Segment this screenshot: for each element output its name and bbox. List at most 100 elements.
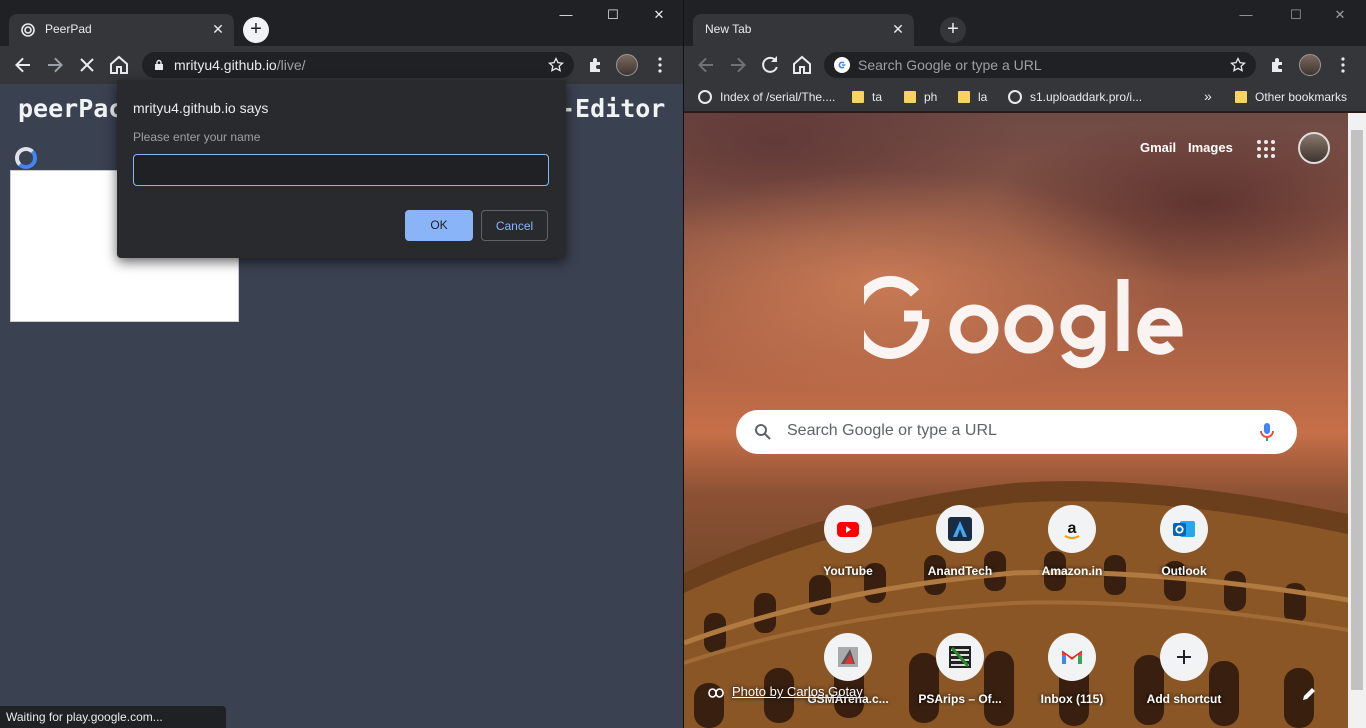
- url-host: mrityu4.github.io: [174, 57, 277, 73]
- outlook-icon: [1173, 521, 1195, 537]
- page-title-suffix: -Editor: [560, 94, 666, 123]
- tab-title: PeerPad: [45, 22, 92, 36]
- shortcut-label: Outlook: [1161, 564, 1207, 578]
- shortcut-icon-bg: [824, 505, 872, 553]
- globe-icon: [1008, 90, 1022, 104]
- close-window-button[interactable]: ✕: [1317, 4, 1363, 26]
- shortcut-icon-bg: [824, 633, 872, 681]
- folder-icon: [904, 91, 916, 103]
- scrollbar-thumb[interactable]: [1351, 130, 1363, 690]
- title-bar: PeerPad ✕ + — ☐ ✕: [0, 0, 683, 46]
- tab-close-icon[interactable]: ✕: [210, 21, 226, 37]
- name-input[interactable]: [133, 154, 549, 186]
- folder-icon: [1235, 91, 1247, 103]
- forward-icon[interactable]: [726, 53, 750, 77]
- profile-avatar[interactable]: [1299, 54, 1321, 76]
- shortcut-inbox[interactable]: Inbox (115): [1016, 633, 1128, 728]
- gsmarena-icon: [838, 647, 858, 667]
- browser-window-peerpad: PeerPad ✕ + — ☐ ✕ mrityu4.github.io/live…: [0, 0, 683, 728]
- youtube-icon: [837, 522, 859, 537]
- back-icon[interactable]: [694, 53, 718, 77]
- shortcut-icon-bg: [1160, 633, 1208, 681]
- dialog-message: Please enter your name: [133, 130, 261, 144]
- page-title: peerPac: [18, 94, 124, 123]
- reload-icon[interactable]: [758, 53, 782, 77]
- microphone-icon[interactable]: [1258, 422, 1276, 442]
- shortcut-icon-bg: [1160, 505, 1208, 553]
- omnibox[interactable]: Search Google or type a URL: [824, 52, 1256, 78]
- new-tab-page: Gmail Images Search Google or type a URL: [684, 113, 1366, 728]
- bookmarks-bar: Index of /serial/The.... ta ph la s1.upl…: [684, 84, 1366, 112]
- minimize-button[interactable]: —: [1223, 4, 1269, 26]
- add-shortcut-button[interactable]: Add shortcut: [1128, 633, 1240, 728]
- cancel-button[interactable]: Cancel: [481, 210, 548, 241]
- google-g-icon: [834, 57, 850, 73]
- google-apps-icon[interactable]: [1257, 140, 1275, 158]
- bookmark-folder[interactable]: ph: [904, 90, 937, 104]
- omnibox-placeholder: Search Google or type a URL: [858, 57, 1042, 73]
- profile-avatar[interactable]: [616, 54, 638, 76]
- customize-pencil-icon[interactable]: [1300, 685, 1318, 703]
- shortcut-label: Inbox (115): [1040, 692, 1104, 706]
- forward-icon[interactable]: [43, 53, 67, 77]
- tab-title: New Tab: [705, 22, 752, 36]
- shortcut-gsmarena[interactable]: GSMArena.c...: [792, 633, 904, 728]
- maximize-button[interactable]: ☐: [590, 4, 636, 26]
- shortcut-psarips[interactable]: PSArips – Of...: [904, 633, 1016, 728]
- shortcut-icon-bg: [1048, 633, 1096, 681]
- new-tab-button[interactable]: +: [243, 17, 269, 43]
- bookmarks-overflow-icon[interactable]: »: [1204, 88, 1212, 104]
- bookmark-item[interactable]: Index of /serial/The....: [698, 90, 835, 104]
- folder-icon: [852, 91, 864, 103]
- tab-close-icon[interactable]: ✕: [890, 21, 906, 37]
- shortcut-outlook[interactable]: Outlook: [1128, 505, 1240, 617]
- extensions-icon[interactable]: [587, 56, 605, 74]
- ok-button[interactable]: OK: [405, 210, 473, 241]
- shortcut-label: YouTube: [823, 564, 873, 578]
- other-bookmarks-folder[interactable]: Other bookmarks: [1235, 90, 1347, 104]
- shortcut-label: AnandTech: [927, 564, 993, 578]
- bookmark-item[interactable]: s1.uploaddark.pro/i...: [1008, 90, 1142, 104]
- menu-icon[interactable]: [651, 56, 669, 74]
- tab-peerpad[interactable]: PeerPad ✕: [9, 14, 234, 46]
- minimize-button[interactable]: —: [543, 4, 589, 26]
- extensions-icon[interactable]: [1269, 56, 1287, 74]
- shortcut-youtube[interactable]: YouTube: [792, 505, 904, 617]
- shortcut-anandtech[interactable]: AnandTech: [904, 505, 1016, 617]
- url-text: mrityu4.github.io/live/: [174, 57, 306, 73]
- peerpad-favicon-icon: [21, 23, 35, 37]
- gmail-link[interactable]: Gmail: [1140, 140, 1176, 155]
- address-bar[interactable]: mrityu4.github.io/live/: [142, 52, 574, 78]
- new-tab-button[interactable]: +: [940, 17, 966, 43]
- prompt-dialog: mrityu4.github.io says Please enter your…: [117, 80, 566, 258]
- photo-credit-link[interactable]: Photo by Carlos Gotay: [732, 684, 863, 699]
- bookmark-star-icon[interactable]: [548, 57, 564, 73]
- images-link[interactable]: Images: [1188, 140, 1233, 155]
- maximize-button[interactable]: ☐: [1273, 4, 1319, 26]
- search-icon: [755, 424, 771, 440]
- google-logo: [864, 275, 1183, 369]
- account-avatar[interactable]: [1298, 132, 1330, 164]
- svg-text:a: a: [1068, 520, 1077, 537]
- close-window-button[interactable]: ✕: [636, 4, 682, 26]
- home-icon[interactable]: [107, 53, 131, 77]
- shortcut-label: Amazon.in: [1041, 564, 1103, 578]
- tab-new-tab[interactable]: New Tab ✕: [693, 14, 914, 46]
- stop-loading-icon[interactable]: [75, 53, 99, 77]
- amazon-icon: a: [1064, 520, 1080, 539]
- bookmark-folder[interactable]: la: [958, 90, 987, 104]
- bookmark-star-icon[interactable]: [1230, 57, 1246, 73]
- url-path: /live/: [276, 57, 306, 73]
- menu-icon[interactable]: [1334, 56, 1352, 74]
- shortcut-amazon[interactable]: a Amazon.in: [1016, 505, 1128, 617]
- lock-icon: [155, 59, 163, 70]
- shortcut-icon-bg: [936, 505, 984, 553]
- globe-icon: [698, 90, 712, 104]
- back-icon[interactable]: [11, 53, 35, 77]
- shortcut-icon-bg: a: [1048, 505, 1096, 553]
- ntp-search-box[interactable]: Search Google or type a URL: [736, 410, 1297, 454]
- bookmark-folder[interactable]: ta: [852, 90, 882, 104]
- home-icon[interactable]: [790, 53, 814, 77]
- psarips-icon: [949, 646, 971, 668]
- loading-spinner-icon: [15, 147, 37, 169]
